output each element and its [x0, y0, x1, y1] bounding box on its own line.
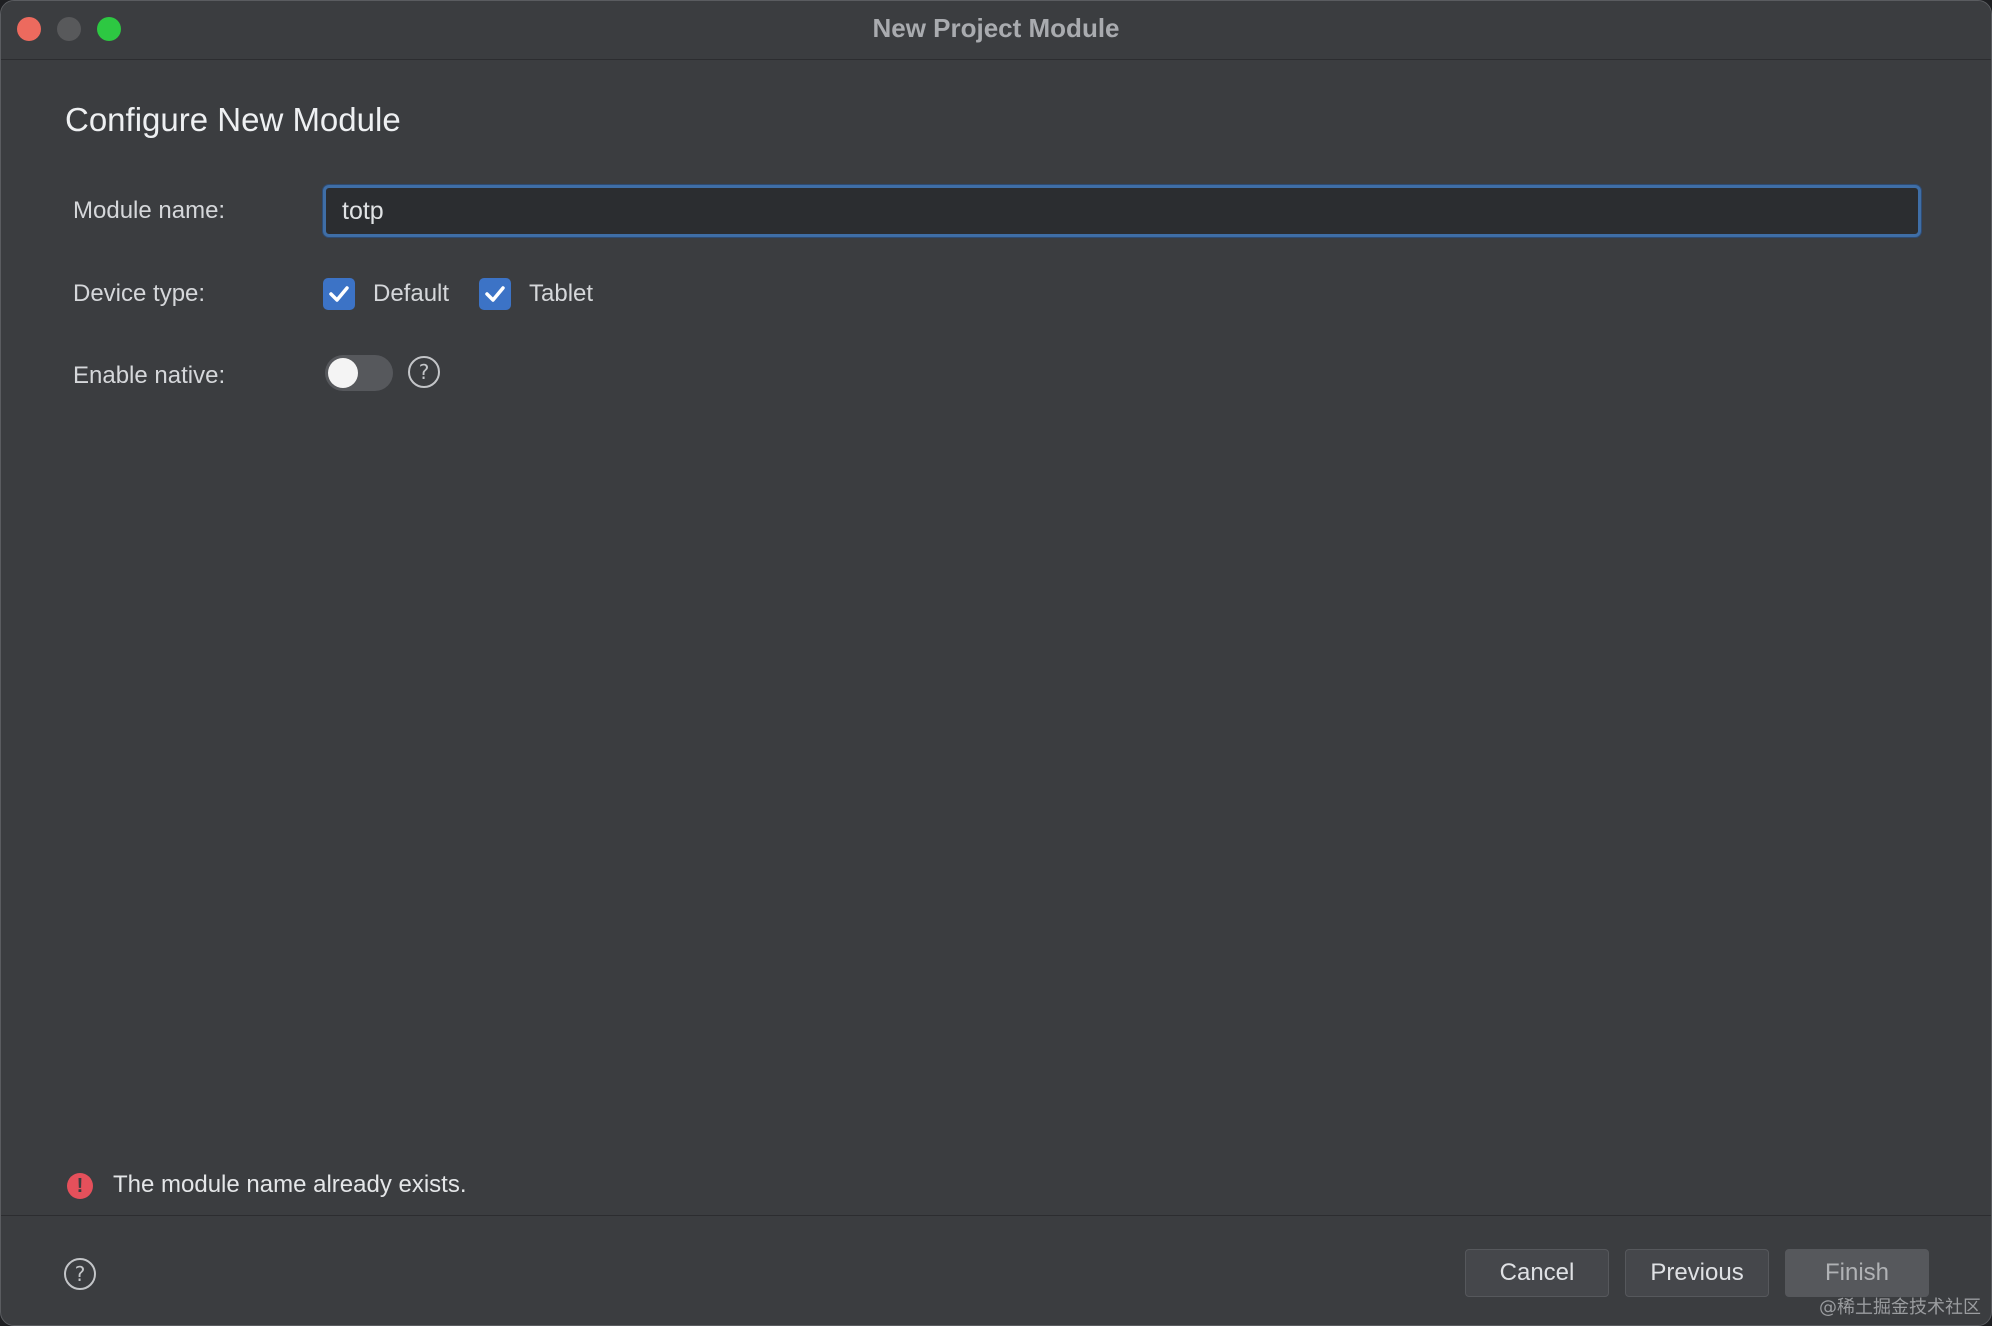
finish-button[interactable]: Finish [1785, 1249, 1929, 1297]
checkmark-icon [485, 286, 505, 302]
error-message: The module name already exists. [113, 1171, 467, 1198]
checkmark-icon [329, 286, 349, 302]
default-checkbox-label[interactable]: Default [373, 280, 449, 308]
help-icon[interactable]: ? [64, 1258, 96, 1290]
footer-divider [1, 1215, 1991, 1216]
module-name-label: Module name: [73, 197, 226, 224]
window-title: New Project Module [872, 13, 1120, 43]
module-name-input[interactable] [323, 185, 1921, 237]
device-type-label: Device type: [73, 280, 206, 307]
cancel-button[interactable]: Cancel [1465, 1249, 1609, 1297]
toggle-knob [328, 358, 358, 388]
previous-button[interactable]: Previous [1625, 1249, 1769, 1297]
default-checkbox[interactable] [323, 278, 355, 310]
enable-native-toggle[interactable] [325, 355, 393, 391]
error-circle-icon: ! [67, 1173, 93, 1199]
dialog-window: New Project Module Configure New Module … [0, 0, 1992, 1326]
tablet-checkbox[interactable] [479, 278, 511, 310]
tablet-checkbox-label[interactable]: Tablet [529, 280, 593, 308]
question-circle-icon[interactable]: ? [408, 356, 440, 388]
title-bar: New Project Module [1, 1, 1991, 60]
enable-native-label: Enable native: [73, 362, 226, 389]
page-title: Configure New Module [65, 101, 401, 138]
watermark: @稀土掘金技术社区 [1819, 1297, 1981, 1318]
